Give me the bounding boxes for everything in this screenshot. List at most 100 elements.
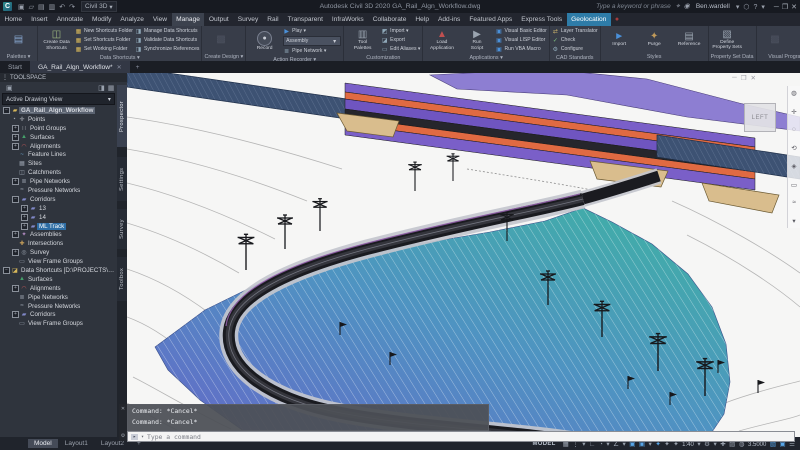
vp-close-icon[interactable]: ✕ [751, 74, 756, 82]
ribbon-tab-infraworks[interactable]: InfraWorks [327, 13, 368, 26]
ribbon-tab-collaborate[interactable]: Collaborate [368, 13, 411, 26]
tree-item-pressure-networks[interactable]: ≈Pressure Networks [0, 302, 117, 311]
tree-item-corridors[interactable]: −▰Corridors [0, 195, 117, 204]
ribbon-button-layer-translator[interactable]: ⇄Layer Translator [552, 27, 598, 35]
cmd-customize-icon[interactable]: ⚙ [121, 433, 125, 439]
ribbon-tab-manage[interactable]: Manage [172, 13, 205, 26]
ribbon-tab-home[interactable]: Home [0, 13, 27, 26]
tree-expander-icon[interactable]: + [12, 285, 19, 292]
tree-expander-icon[interactable]: − [3, 267, 10, 274]
toolspace-tab-prospector[interactable]: Prospector [117, 85, 127, 147]
tree-item-alignments[interactable]: +◠Alignments [0, 142, 117, 151]
ribbon-tab-insert[interactable]: Insert [27, 13, 53, 26]
panel-label[interactable]: Property Set Data [709, 53, 756, 61]
search-binoculars-icon[interactable]: ⌖ [676, 3, 680, 10]
toolspace-monitor-icon[interactable]: ▦ [108, 84, 115, 92]
tree-expander-icon[interactable]: + [21, 214, 28, 221]
ribbon-tab-analyze[interactable]: Analyze [116, 13, 148, 26]
open-icon[interactable]: ▱ [29, 4, 34, 11]
ribbon-button-reference[interactable]: ▤Reference [673, 27, 706, 52]
ribbon-tab-annotate[interactable]: Annotate [52, 13, 87, 26]
toolspace-header[interactable]: ⋮ TOOLSPACE [0, 73, 127, 82]
annotation-scale-value[interactable]: 1:40 [682, 442, 694, 448]
tree-item-surfaces[interactable]: ▲Surfaces [0, 275, 117, 284]
ribbon-tab-featured-apps[interactable]: Featured Apps [465, 13, 517, 26]
ribbon-tab-rail[interactable]: Rail [263, 13, 283, 26]
ribbon-button-check[interactable]: ✓Check [552, 36, 598, 44]
help-dropdown-icon[interactable]: ▾ [761, 4, 765, 11]
ribbon-button-set-working-folder[interactable]: ▦Set Working Folder [75, 45, 133, 53]
signed-in-user[interactable]: Ben.wardell [696, 3, 730, 10]
panel-label[interactable]: CAD Standards [550, 54, 600, 61]
window-icon[interactable]: ▭ [791, 181, 797, 189]
ribbon-button-icon[interactable]: ▩ [759, 27, 792, 52]
drawing-tab-ga-rail-algn-workflow[interactable]: GA_Rail_Algn_Workflow*✕ [30, 61, 130, 73]
tree-expander-icon[interactable]: + [12, 231, 19, 238]
tree-expander-icon[interactable]: + [12, 249, 19, 256]
tree-item-points[interactable]: ▪✛Points [0, 115, 117, 124]
command-input[interactable]: ▸ ▾ Type a command [127, 431, 795, 442]
showmotion-icon[interactable]: ◈ [792, 162, 797, 170]
ribbon-tab-survey[interactable]: Survey [233, 13, 263, 26]
ribbon-button-edit-aliases[interactable]: ▭Edit Aliases ▾ [381, 45, 420, 53]
tree-item-data-shortcuts-d-projects-rail-work[interactable]: −◪Data Shortcuts [D:\PROJECTS\Rail Work.… [0, 266, 117, 275]
ribbon-button-visual-basic-editor[interactable]: ▣Visual Basic Editor [495, 27, 546, 35]
ribbon-button-new-shortcuts-folder[interactable]: ▦New Shortcuts Folder [75, 27, 133, 35]
ribbon-button-icon[interactable]: ▩ [204, 27, 237, 52]
viewcube[interactable]: LEFT [744, 103, 776, 132]
ribbon-button-manage-data-shortcuts[interactable]: ◨Manage Data Shortcuts [135, 27, 200, 35]
tree-item-pressure-networks[interactable]: ≈Pressure Networks [0, 186, 117, 195]
ribbon-button-import[interactable]: ◩Import ▾ [381, 27, 420, 35]
cmd-close-icon[interactable]: ✕ [121, 406, 125, 412]
view-selector-dropdown[interactable]: Active Drawing View ▾ [2, 93, 115, 105]
ribbon-button-import[interactable]: ►Import [603, 27, 636, 52]
app-store-icon[interactable]: ⬡ [743, 4, 749, 11]
vp-restore-icon[interactable]: ❐ [741, 74, 747, 82]
ribbon-tab-output[interactable]: Output [204, 13, 233, 26]
tree-item-14[interactable]: +▰14 [0, 213, 117, 222]
toolspace-pin-icon[interactable]: ▣ [6, 84, 13, 92]
tree-item-pipe-networks[interactable]: ≣Pipe Networks [0, 293, 117, 302]
ribbon-button-icon[interactable]: ▩ [794, 27, 800, 52]
panel-label[interactable]: Visual Programming [757, 53, 800, 61]
default-scale-value[interactable]: 3.5000 [748, 442, 766, 448]
ribbon-tab-view[interactable]: View [148, 13, 171, 26]
model-viewport[interactable]: ─❐✕ LEFT ◍✛◌⟲◈▭≈▾ [127, 73, 800, 437]
tree-expander-icon[interactable]: + [12, 143, 19, 150]
tree-expander-icon[interactable]: + [12, 125, 19, 132]
ribbon-tab-help[interactable]: Help [411, 13, 434, 26]
tree-item-ml-track[interactable]: +▰ML Track [0, 222, 117, 231]
ribbon-button-synchronize-references[interactable]: ◨Synchronize References [135, 45, 200, 53]
ribbon-tab-add-ins[interactable]: Add-ins [433, 13, 464, 26]
minimize-icon[interactable]: ─ [774, 4, 779, 11]
restore-icon[interactable]: ❐ [782, 4, 788, 11]
close-tab-icon[interactable]: ✕ [117, 64, 122, 71]
ribbon-button-visual-lisp-editor[interactable]: ▣Visual LISP Editor [495, 36, 546, 44]
tree-item-point-groups[interactable]: +∷Point Groups [0, 124, 117, 133]
signin-avatar-icon[interactable]: ◉ [684, 3, 690, 10]
tree-item-surfaces[interactable]: +▲Surfaces [0, 133, 117, 142]
ribbon-button-create-data-shortcuts[interactable]: ◫Create Data Shortcuts [40, 27, 73, 53]
tree-expander-icon[interactable]: + [12, 178, 19, 185]
ribbon-tab-modify[interactable]: Modify [88, 13, 116, 26]
ribbon-button-assembly[interactable]: Assembly▾ [283, 36, 341, 46]
online-maps-icon[interactable]: ● [611, 13, 623, 26]
steering-wheel-icon[interactable]: ◍ [791, 89, 797, 97]
new-drawing-tab-button[interactable]: + [130, 61, 146, 73]
panel-label[interactable]: Applications ▾ [423, 54, 548, 61]
ribbon-button-run-vba-macro[interactable]: ▣Run VBA Macro [495, 45, 546, 53]
tree-item-corridors[interactable]: +▰Corridors [0, 310, 117, 319]
tree-expander-icon[interactable]: + [12, 134, 19, 141]
toolspace-tab-survey[interactable]: Survey [117, 209, 127, 249]
ribbon-button-run-script[interactable]: ▶Run Script [460, 27, 493, 53]
tree-item-ga-rail-algn-workflow[interactable]: −▰GA_Rail_Algn_Workflow [0, 106, 117, 115]
ribbon-button-play[interactable]: ▶Play ▾ [283, 27, 341, 35]
ribbon-button-set-shortcuts-folder[interactable]: ▦Set Shortcuts Folder [75, 36, 133, 44]
tree-item-catchments[interactable]: ◫Catchments [0, 168, 117, 177]
panel-label[interactable]: Styles [601, 53, 708, 61]
zoom-icon[interactable]: ◌ [792, 126, 796, 133]
ribbon-button-icon[interactable]: ▤ [2, 27, 35, 52]
tree-expander-icon[interactable]: + [12, 311, 19, 318]
panel-label[interactable]: Create Design ▾ [202, 53, 245, 61]
navbar-more-icon[interactable]: ▾ [792, 217, 795, 225]
